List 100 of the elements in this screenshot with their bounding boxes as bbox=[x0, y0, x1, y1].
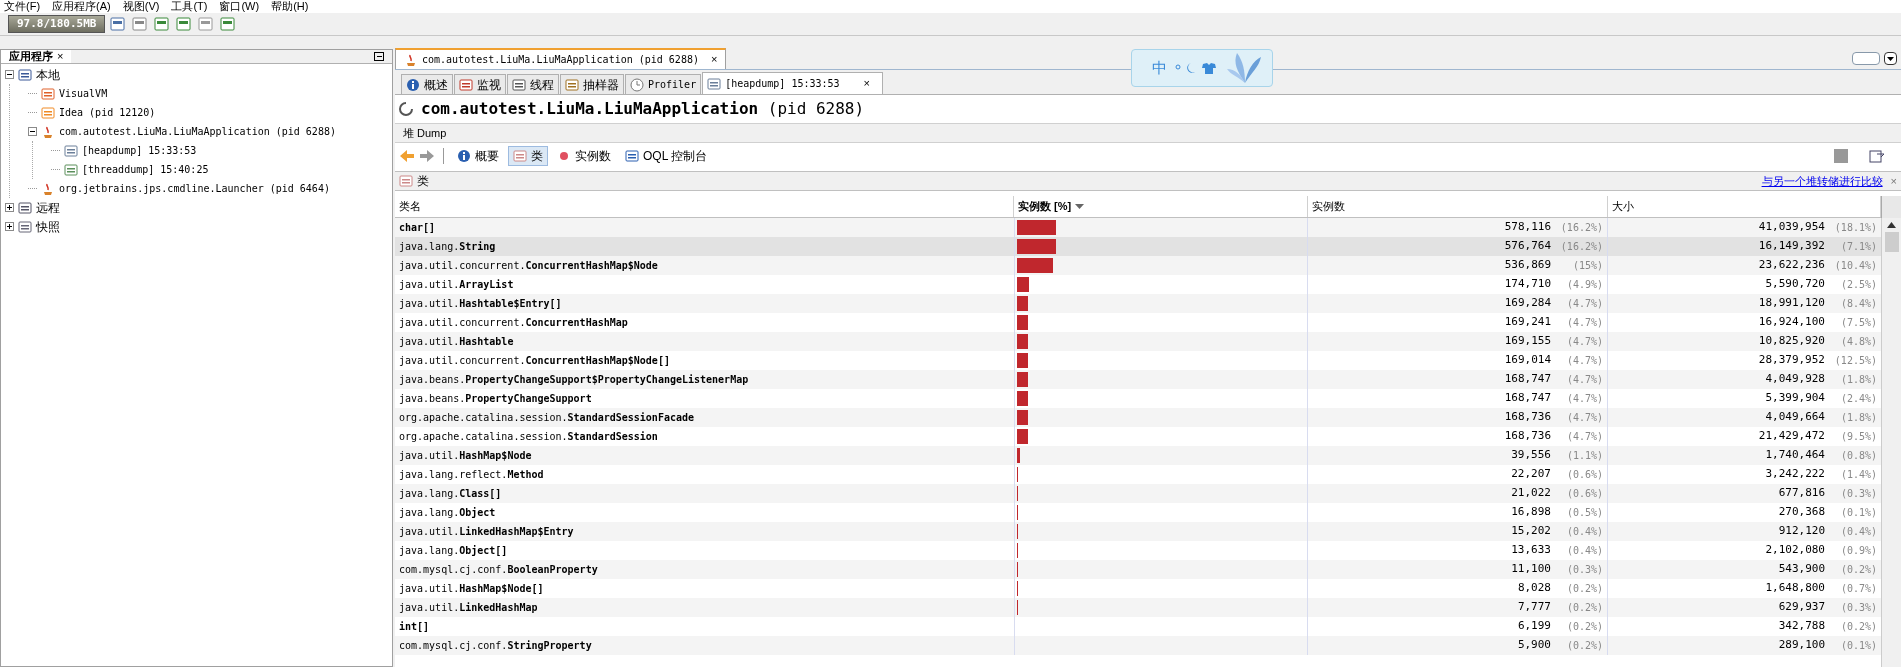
table-cell: 576,764 bbox=[1504, 238, 1551, 255]
heap-dump-label: 堆 Dump bbox=[403, 125, 447, 141]
tab-list-button[interactable] bbox=[1884, 52, 1897, 65]
table-cell-text: (0.2%) bbox=[1565, 601, 1603, 615]
table-cell: 168,736 bbox=[1504, 409, 1551, 426]
tab[interactable]: [heapdump] 15:33:53 × bbox=[702, 72, 883, 94]
tab[interactable]: 线程 bbox=[507, 74, 559, 94]
table-row[interactable]: java.util.Hashtable 169,155 (4.7%) 10,825,920 (4.8%) bbox=[395, 332, 1881, 351]
table-cell-text: (4.9%) bbox=[1565, 278, 1603, 292]
close-icon[interactable]: × bbox=[1890, 172, 1897, 190]
tree-item[interactable]: 远程 bbox=[36, 198, 60, 217]
table-cell: 21,429,472 bbox=[1758, 428, 1825, 445]
collapse-toggle[interactable] bbox=[28, 127, 37, 136]
table-cell-text: (4.7%) bbox=[1565, 373, 1603, 387]
table-row[interactable]: java.util.concurrent.ConcurrentHashMap$Node 536,869 (15%) 23,622,236 (10.4%) bbox=[395, 256, 1881, 275]
toolbar-icon[interactable] bbox=[219, 15, 238, 33]
table-cell-text: java.beans.PropertyChangeSupport$PropertyChangeListenerMap bbox=[398, 373, 750, 387]
forward-arrow-icon[interactable] bbox=[419, 149, 435, 163]
panel-title[interactable]: 应用程序 bbox=[9, 48, 53, 65]
toolbar-icon[interactable] bbox=[175, 15, 194, 33]
table-cell-text: (4.7%) bbox=[1565, 354, 1603, 368]
menu-item[interactable]: 视图(V) bbox=[122, 0, 160, 13]
table-cell: 15,202 bbox=[1511, 523, 1551, 540]
toolbar-icon[interactable] bbox=[1869, 148, 1885, 164]
table-cell-text: java.util.Hashtable$Entry[] bbox=[398, 297, 563, 311]
table-cell: 270,368 bbox=[1778, 504, 1825, 521]
toolbar-icon[interactable] bbox=[109, 15, 128, 33]
table-row[interactable]: java.lang.String 576,764 (16.2%) 16,149,392 (7.1%) bbox=[395, 237, 1881, 256]
table-row[interactable]: java.util.LinkedHashMap$Entry 15,202 (0.4%) 912,120 (0.4%) bbox=[395, 522, 1881, 541]
toolbar-icon[interactable] bbox=[1833, 148, 1849, 164]
compare-link[interactable]: 与另一个堆转储进行比较 bbox=[1761, 172, 1883, 190]
tree-item[interactable]: Idea (pid 12120) bbox=[59, 105, 156, 120]
table-cell: 11,100 bbox=[1511, 561, 1551, 578]
table-cell: 21,022 bbox=[1511, 485, 1551, 502]
table-cell-text: (4.7%) bbox=[1565, 297, 1603, 311]
table-cell: 2,102,080 bbox=[1765, 542, 1825, 559]
close-icon[interactable]: × bbox=[710, 51, 718, 68]
table-row[interactable]: java.lang.Class[] 21,022 (0.6%) 677,816 (0.3%) bbox=[395, 484, 1881, 503]
table-cell-text: org.apache.catalina.session.StandardSessionFacade bbox=[398, 411, 695, 425]
view-button[interactable]: 类 bbox=[508, 146, 548, 166]
tree-item[interactable]: org.jetbrains.jps.cmdline.Launcher (pid 6464) bbox=[59, 181, 330, 196]
instances-icon bbox=[557, 149, 571, 163]
table-cell-text: (0.3%) bbox=[1839, 601, 1877, 615]
toolbar-icon[interactable] bbox=[153, 15, 172, 33]
table-row[interactable]: java.util.HashMap$Node 39,556 (1.1%) 1,740,464 (0.8%) bbox=[395, 446, 1881, 465]
tree-item[interactable]: [heapdump] 15:33:53 bbox=[82, 143, 197, 158]
summary-icon bbox=[457, 149, 471, 163]
column-header[interactable]: 实例数 [%] bbox=[1014, 196, 1308, 217]
table-cell-text: (2.4%) bbox=[1839, 392, 1877, 406]
table-cell-text: (0.2%) bbox=[1839, 620, 1877, 634]
view-button[interactable]: 概要 bbox=[452, 146, 504, 166]
table-cell-text: (0.6%) bbox=[1565, 487, 1603, 501]
expand-toggle[interactable] bbox=[5, 203, 14, 212]
table-row[interactable]: com.mysql.cj.conf.StringProperty 5,900 (0.2%) 289,100 (0.1%) bbox=[395, 636, 1881, 655]
toolbar-icon[interactable] bbox=[197, 15, 216, 33]
loading-icon bbox=[399, 102, 413, 116]
tab[interactable]: 概述 bbox=[401, 74, 453, 94]
table-cell-text: (8.4%) bbox=[1839, 297, 1877, 311]
table-row[interactable]: java.util.LinkedHashMap 7,777 (0.2%) 629,937 (0.3%) bbox=[395, 598, 1881, 617]
tab[interactable]: Profiler bbox=[625, 74, 702, 94]
scrollbar-thumb[interactable] bbox=[1884, 232, 1899, 252]
table-cell-text: (0.7%) bbox=[1839, 582, 1877, 596]
view-button[interactable]: 实例数 bbox=[552, 146, 616, 166]
table-row[interactable]: char[] 578,116 (16.2%) 41,039,954 (18.1%) bbox=[395, 218, 1881, 237]
table-cell-text: (4.7%) bbox=[1565, 411, 1603, 425]
table-cell: 6,199 bbox=[1517, 618, 1551, 635]
table-cell-text: (0.4%) bbox=[1565, 544, 1603, 558]
tree-item[interactable]: 快照 bbox=[36, 217, 60, 236]
table-row[interactable]: java.util.Hashtable$Entry[] 169,284 (4.7%) 18,991,120 (8.4%) bbox=[395, 294, 1881, 313]
menu-item[interactable]: 工具(T) bbox=[171, 0, 208, 13]
close-icon[interactable]: × bbox=[863, 75, 870, 92]
close-icon[interactable]: × bbox=[57, 51, 64, 62]
table-row[interactable]: com.mysql.cj.conf.BooleanProperty 11,100 (0.3%) 543,900 (0.2%) bbox=[395, 560, 1881, 579]
table-cell-text: (1.8%) bbox=[1839, 411, 1877, 425]
menu-item[interactable]: 窗口(W) bbox=[219, 0, 260, 13]
tree-item[interactable]: 本地 bbox=[36, 65, 60, 84]
column-header[interactable]: 实例数 bbox=[1308, 196, 1608, 217]
tab[interactable]: 监视 bbox=[454, 74, 506, 94]
table-cell-text: java.lang.Class[] bbox=[398, 487, 503, 501]
tab[interactable]: 抽样器 bbox=[560, 74, 624, 94]
tree-item[interactable]: [threaddump] 15:40:25 bbox=[82, 162, 209, 177]
view-button[interactable]: OQL 控制台 bbox=[620, 146, 713, 166]
section-title: 类 bbox=[417, 173, 429, 190]
menu-item[interactable]: 文件(F) bbox=[4, 0, 41, 13]
table-cell: 16,898 bbox=[1511, 504, 1551, 521]
scroll-up-icon[interactable] bbox=[1887, 222, 1896, 228]
expand-toggle[interactable] bbox=[5, 222, 14, 231]
tree-item[interactable]: com.autotest.LiuMa.LiuMaApplication (pid 6288) bbox=[59, 124, 336, 139]
column-header[interactable]: 类名 bbox=[395, 196, 1014, 217]
menu-item[interactable]: 应用程序(A) bbox=[52, 0, 111, 13]
menu-item[interactable]: 帮助(H) bbox=[271, 0, 309, 13]
table-row[interactable]: org.apache.catalina.session.StandardSessionFacade 168,736 (4.7%) 4,049,664 (1.8%) bbox=[395, 408, 1881, 427]
page-title: com.autotest.LiuMa.LiuMaApplication (pid 6288) bbox=[421, 98, 865, 120]
scrollbar[interactable] bbox=[1881, 218, 1901, 667]
table-row[interactable]: java.beans.PropertyChangeSupport$PropertyChangeListenerMap 168,747 (4.7%) 4,049,928 (1.8%) bbox=[395, 370, 1881, 389]
toolbar-icon[interactable] bbox=[131, 15, 150, 33]
tree-item[interactable]: VisualVM bbox=[59, 86, 108, 101]
document-tab[interactable]: com.autotest.LiuMa.LiuMaApplication (pid 6288) × bbox=[395, 48, 727, 69]
minimize-button[interactable] bbox=[374, 52, 384, 61]
collapse-toggle[interactable] bbox=[5, 70, 14, 79]
